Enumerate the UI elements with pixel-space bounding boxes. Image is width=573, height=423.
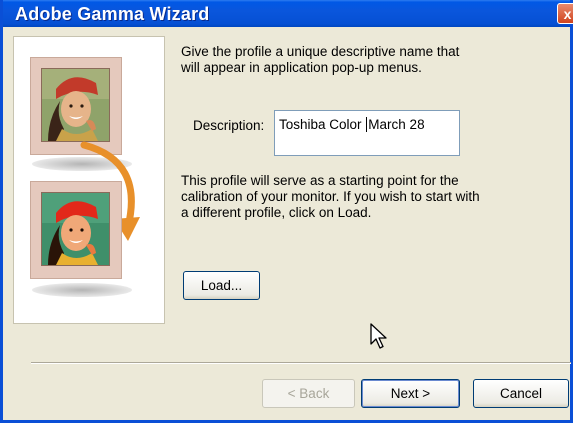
description-value-start: Toshiba Color bbox=[279, 117, 366, 132]
frame-shadow bbox=[32, 283, 132, 297]
cancel-button[interactable]: Cancel bbox=[473, 379, 569, 408]
wizard-window: Adobe Gamma Wizard x Give the profile a … bbox=[0, 0, 573, 423]
original-photo bbox=[41, 68, 110, 142]
description-value-end: March 28 bbox=[368, 117, 425, 132]
window-title: Adobe Gamma Wizard bbox=[15, 4, 210, 24]
back-button[interactable]: < Back bbox=[262, 379, 355, 408]
load-button[interactable]: Load... bbox=[183, 271, 260, 300]
illustration-panel bbox=[13, 36, 165, 324]
title-bar[interactable]: Adobe Gamma Wizard x bbox=[3, 0, 573, 27]
description-label: Description: bbox=[193, 118, 265, 133]
next-button[interactable]: Next > bbox=[361, 379, 460, 408]
info-text: This profile will serve as a starting po… bbox=[181, 173, 480, 220]
description-input[interactable]: Toshiba Color March 28 bbox=[274, 110, 460, 156]
close-icon: x bbox=[563, 6, 572, 22]
button-separator bbox=[31, 362, 571, 364]
calibrated-photo bbox=[41, 192, 110, 266]
close-button[interactable]: x bbox=[557, 3, 573, 24]
mouse-pointer-icon bbox=[370, 323, 387, 349]
calibrated-photo-frame bbox=[30, 181, 122, 279]
intro-text: Give the profile a unique descriptive na… bbox=[181, 44, 460, 75]
